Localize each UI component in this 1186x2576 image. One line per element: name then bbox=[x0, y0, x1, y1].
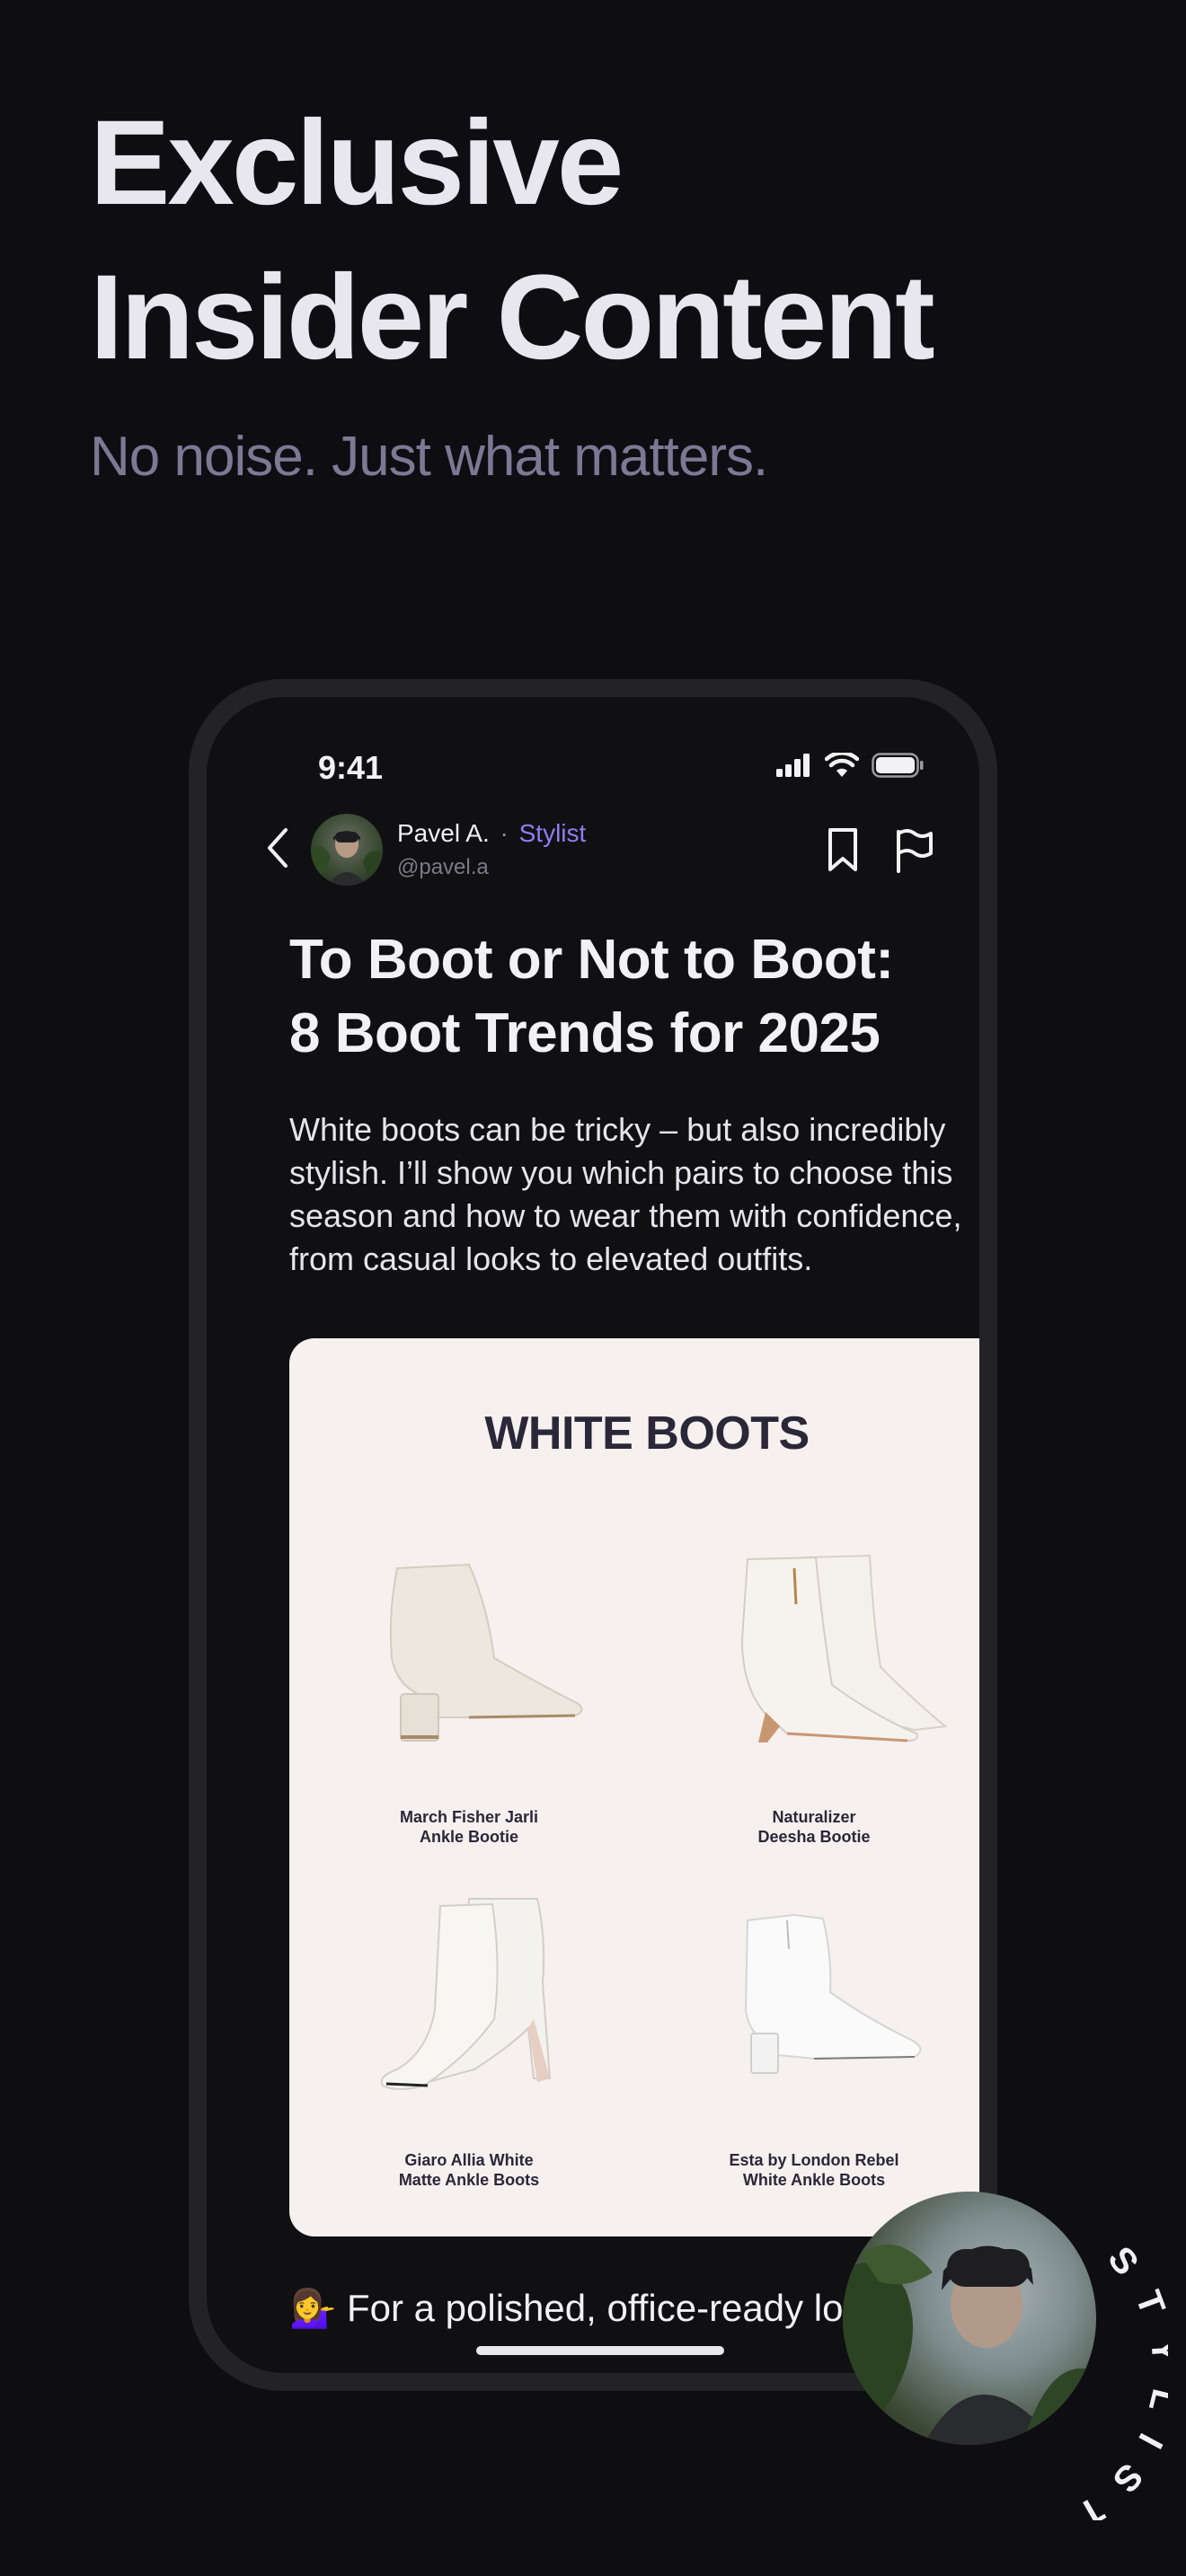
stylist-badge: STYLIST bbox=[836, 2188, 1168, 2520]
author-avatar-image bbox=[311, 831, 383, 886]
home-indicator[interactable] bbox=[476, 2346, 724, 2355]
boot-name-3: Giaro Allia White bbox=[404, 2151, 534, 2169]
wifi-icon bbox=[825, 753, 859, 777]
battery-icon bbox=[872, 753, 924, 778]
author-avatar[interactable] bbox=[311, 814, 383, 886]
boot-name-4: Esta by London Rebel bbox=[729, 2151, 899, 2169]
bookmark-button[interactable] bbox=[821, 823, 864, 877]
author-line: Pavel A. · Stylist bbox=[397, 819, 586, 848]
boot-image-4 bbox=[744, 1913, 922, 2074]
author-handle: @pavel.a bbox=[397, 855, 489, 879]
status-time: 9:41 bbox=[318, 749, 384, 786]
boot-type-4: White Ankle Boots bbox=[742, 2171, 886, 2189]
article-title: To Boot or Not to Boot: 8 Boot Trends fo… bbox=[289, 923, 972, 1071]
boot-caption-1: March Fisher Jarli Ankle Bootie bbox=[307, 1807, 631, 1847]
hero-title-line1: Exclusive bbox=[90, 96, 624, 230]
boot-type-3: Matte Ankle Boots bbox=[398, 2171, 540, 2189]
section-lead: 💁‍♀️ For a polished, office-ready look: bbox=[289, 2287, 894, 2331]
boot-caption-4: Esta by London Rebel White Ankle Boots bbox=[652, 2150, 976, 2190]
author-name[interactable]: Pavel A. bbox=[397, 819, 490, 847]
status-icons bbox=[776, 753, 924, 778]
boot-item-2[interactable]: Naturalizer Deesha Bootie bbox=[652, 1550, 976, 1847]
author-separator: · bbox=[500, 819, 509, 847]
hero-title-line2: Insider Content bbox=[90, 251, 935, 384]
boot-image-1 bbox=[389, 1563, 583, 1742]
stylist-label: STYLIST bbox=[1051, 2239, 1168, 2520]
boot-caption-2: Naturalizer Deesha Bootie bbox=[652, 1807, 976, 1847]
page: Exclusive Insider Content No noise. Just… bbox=[0, 0, 1186, 2576]
article-title-line1: To Boot or Not to Boot: bbox=[289, 929, 894, 991]
boot-type-1: Ankle Bootie bbox=[419, 1828, 518, 1846]
white-boots-card[interactable]: WHITE BOOTS March Fisher Jarli Ankle Boo… bbox=[289, 1338, 979, 2236]
boot-item-3[interactable]: Giaro Allia White Matte Ankle Boots bbox=[307, 1893, 631, 2190]
hero-title: Exclusive Insider Content bbox=[90, 86, 935, 395]
bookmark-icon bbox=[828, 828, 857, 871]
article-body: White boots can be tricky – but also inc… bbox=[289, 1111, 962, 1277]
author-role: Stylist bbox=[518, 819, 587, 847]
report-button[interactable] bbox=[890, 823, 940, 877]
section-lead-text: For a polished, office-ready look: bbox=[346, 2287, 894, 2329]
boot-item-4[interactable]: Esta by London Rebel White Ankle Boots bbox=[652, 1893, 976, 2190]
chevron-left-icon bbox=[268, 828, 288, 868]
flag-icon bbox=[897, 829, 933, 873]
back-button[interactable] bbox=[252, 812, 305, 884]
boot-name-2: Naturalizer bbox=[772, 1808, 856, 1826]
phone-screen: 9:41 Pavel A. · Stylist @pavel.a To Boot… bbox=[207, 697, 979, 2373]
cellular-signal-icon bbox=[776, 754, 810, 777]
woman-tipping-hand-icon: 💁‍♀️ bbox=[289, 2287, 337, 2329]
boot-name-1: March Fisher Jarli bbox=[399, 1808, 539, 1826]
boot-image-2 bbox=[740, 1554, 948, 1742]
boot-type-2: Deesha Bootie bbox=[757, 1828, 871, 1846]
stylist-curved-label: STYLIST bbox=[1051, 2239, 1168, 2520]
hero-subtitle: No noise. Just what matters. bbox=[90, 426, 768, 488]
phone-frame: 9:41 Pavel A. · Stylist @pavel.a To Boot… bbox=[189, 679, 997, 2391]
boot-caption-3: Giaro Allia White Matte Ankle Boots bbox=[307, 2150, 631, 2190]
boot-image-3 bbox=[380, 1898, 552, 2090]
article-title-line2: 8 Boot Trends for 2025 bbox=[289, 1002, 881, 1064]
boot-item-1[interactable]: March Fisher Jarli Ankle Bootie bbox=[307, 1550, 631, 1847]
card-title: WHITE BOOTS bbox=[484, 1407, 810, 1460]
